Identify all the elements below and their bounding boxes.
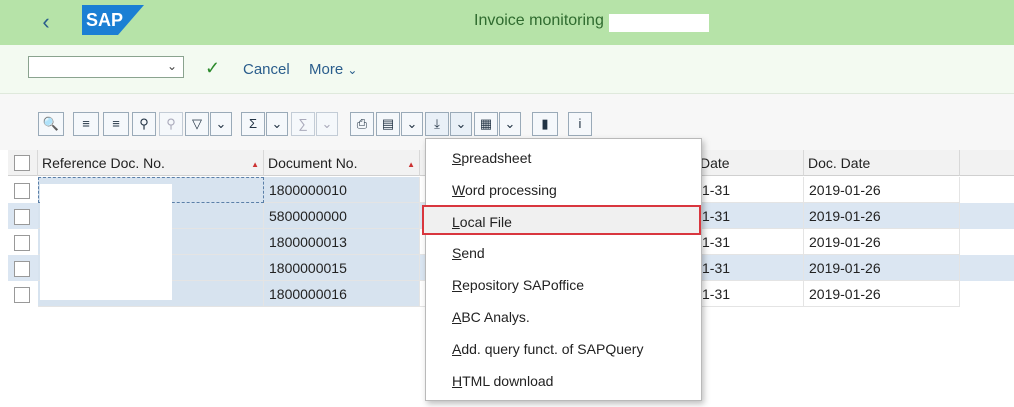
menu-item-label: BC Analys. (461, 309, 530, 325)
cell-document-no[interactable]: 5800000000 (264, 203, 420, 229)
sort-marker-icon: ▲ (251, 160, 259, 169)
menu-item-label: ord processing (464, 182, 557, 198)
find-icon[interactable]: ⚲ (132, 112, 156, 136)
row-select-checkbox[interactable] (14, 287, 30, 303)
page-title: Invoice monitoring (474, 12, 604, 29)
total-menu-chevron-icon[interactable]: ⌄ (266, 112, 288, 136)
chevron-left-icon: ‹ (42, 9, 50, 34)
column-header-empty (960, 150, 1014, 176)
export-menu-item[interactable]: Repository SAPoffice (426, 270, 701, 300)
menu-item-mnemonic: H (452, 373, 463, 389)
print-icon[interactable]: ⎙ (350, 112, 374, 136)
menu-item-label: ocal File (459, 214, 512, 230)
more-button[interactable]: More ⌄ (309, 61, 357, 78)
checkmark-icon[interactable]: ✓ (205, 58, 220, 79)
variant-select[interactable]: ⌄ (28, 56, 184, 78)
cell-document-no[interactable]: 1800000015 (264, 255, 420, 281)
export-dropdown-menu: Spreadsheet Word processing Local File Send… (422, 138, 702, 401)
menu-item-label: epository SAPoffice (462, 277, 585, 293)
select-all-checkbox[interactable] (14, 155, 30, 171)
view-menu-chevron-icon[interactable]: ⌄ (401, 112, 423, 136)
cell-document-no[interactable]: 1800000010 (264, 177, 420, 203)
export-menu-item[interactable]: Add. query funct. of SAPQuery (426, 334, 701, 364)
row-select-checkbox[interactable] (14, 183, 30, 199)
sort-descending-icon[interactable]: ≡ (103, 112, 129, 136)
export-menu-item[interactable]: Send (426, 238, 701, 268)
menu-item-mnemonic: S (452, 245, 462, 261)
menu-item-mnemonic: A (452, 309, 462, 325)
layout-menu-chevron-icon[interactable]: ⌄ (499, 112, 521, 136)
column-header-doc-date[interactable]: Doc. Date (804, 150, 960, 176)
svg-text:SAP: SAP (86, 10, 123, 30)
menu-item-mnemonic: S (452, 150, 462, 166)
cell-doc-date[interactable]: 2019-01-26 (804, 255, 960, 281)
sort-ascending-icon[interactable]: ≡ (73, 112, 99, 136)
cancel-button[interactable]: Cancel (243, 61, 290, 78)
export-menu-item[interactable]: HTML download (426, 366, 701, 396)
select-all-header[interactable] (8, 150, 38, 176)
export-menu-chevron-icon[interactable]: ⌄ (450, 112, 472, 136)
export-menu-item[interactable]: Word processing (426, 175, 701, 205)
row-select-checkbox[interactable] (14, 209, 30, 225)
chevron-down-icon: ⌄ (347, 63, 358, 77)
chart-icon[interactable]: ▮ (532, 112, 558, 136)
column-header-document-no[interactable]: Document No. ▲ (264, 150, 420, 176)
column-header-reference-doc-no[interactable]: Reference Doc. No. ▲ (38, 150, 264, 176)
layout-icon[interactable]: ▦ (474, 112, 498, 136)
total-sum-icon[interactable]: Σ (241, 112, 265, 136)
cell-document-no[interactable]: 1800000016 (264, 281, 420, 307)
chevron-down-icon: ⌄ (166, 59, 177, 73)
cell-doc-date[interactable]: 2019-01-26 (804, 203, 960, 229)
details-zoom-icon[interactable]: 🔍 (38, 112, 64, 136)
menu-item-mnemonic: R (452, 277, 463, 293)
export-icon[interactable]: ⤓ (425, 112, 449, 136)
filter-menu-chevron-icon[interactable]: ⌄ (210, 112, 232, 136)
title-redaction (609, 14, 709, 32)
info-icon[interactable]: i (568, 112, 592, 136)
view-icon[interactable]: ▤ (376, 112, 400, 136)
export-menu-item[interactable]: ABC Analys. (426, 302, 701, 332)
cell-doc-date[interactable]: 2019-01-26 (804, 177, 960, 203)
cell-document-no[interactable]: 1800000013 (264, 229, 420, 255)
cell-doc-date[interactable]: 2019-01-26 (804, 229, 960, 255)
row-select-checkbox[interactable] (14, 235, 30, 251)
subtotal-menu-chevron-icon: ⌄ (316, 112, 338, 136)
sort-marker-icon: ▲ (407, 160, 415, 169)
export-menu-item[interactable]: Spreadsheet (426, 143, 701, 173)
find-next-icon: ⚲ (159, 112, 183, 136)
reference-doc-redaction (40, 184, 172, 300)
back-button[interactable]: ‹ (36, 10, 56, 34)
menu-item-label: end (461, 245, 485, 261)
menu-item-mnemonic: W (452, 182, 465, 198)
cell-doc-date[interactable]: 2019-01-26 (804, 281, 960, 307)
menu-item-label: TML download (462, 373, 554, 389)
menu-item-mnemonic: L (452, 214, 460, 230)
subtotal-icon: ∑ (291, 112, 315, 136)
menu-item-label: dd. query funct. of SAPQuery (461, 341, 644, 357)
filter-icon[interactable]: ▽ (185, 112, 209, 136)
menu-item-label: preadsheet (461, 150, 532, 166)
row-select-checkbox[interactable] (14, 261, 30, 277)
menu-item-mnemonic: A (452, 341, 462, 357)
export-menu-item[interactable]: Local File (422, 205, 701, 235)
sap-logo[interactable]: SAP (82, 5, 144, 35)
